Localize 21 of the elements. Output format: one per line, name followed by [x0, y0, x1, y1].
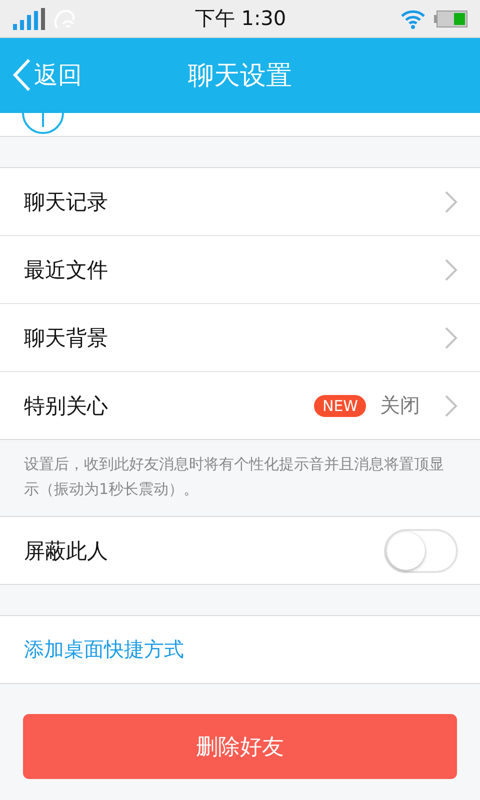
menu-label: 聊天背景 [24, 324, 108, 352]
menu-label: 特别关心 [24, 392, 108, 420]
menu-label: 聊天记录 [24, 188, 108, 216]
toggle-switch[interactable] [384, 528, 458, 572]
block-label: 屏蔽此人 [24, 538, 108, 564]
status-time: 下午 1:30 [194, 5, 286, 32]
battery-icon [434, 10, 468, 28]
menu-value: 关闭 [380, 392, 420, 419]
menu-item[interactable]: 聊天背景 [0, 303, 480, 371]
page-title: 聊天设置 [188, 60, 292, 93]
menu-item[interactable]: 特别关心 NEW 关闭 [0, 371, 480, 439]
chevron-icon [444, 326, 458, 350]
signal-icon [13, 8, 45, 30]
wifi-icon [400, 8, 426, 28]
chevron-icon [444, 394, 458, 418]
menu-label: 最近文件 [24, 256, 108, 284]
chevron-icon [444, 258, 458, 282]
menu-item[interactable]: 最近文件 [0, 235, 480, 303]
back-chevron-icon [12, 58, 32, 92]
chevron-icon [444, 190, 458, 214]
new-badge: NEW [314, 394, 366, 416]
